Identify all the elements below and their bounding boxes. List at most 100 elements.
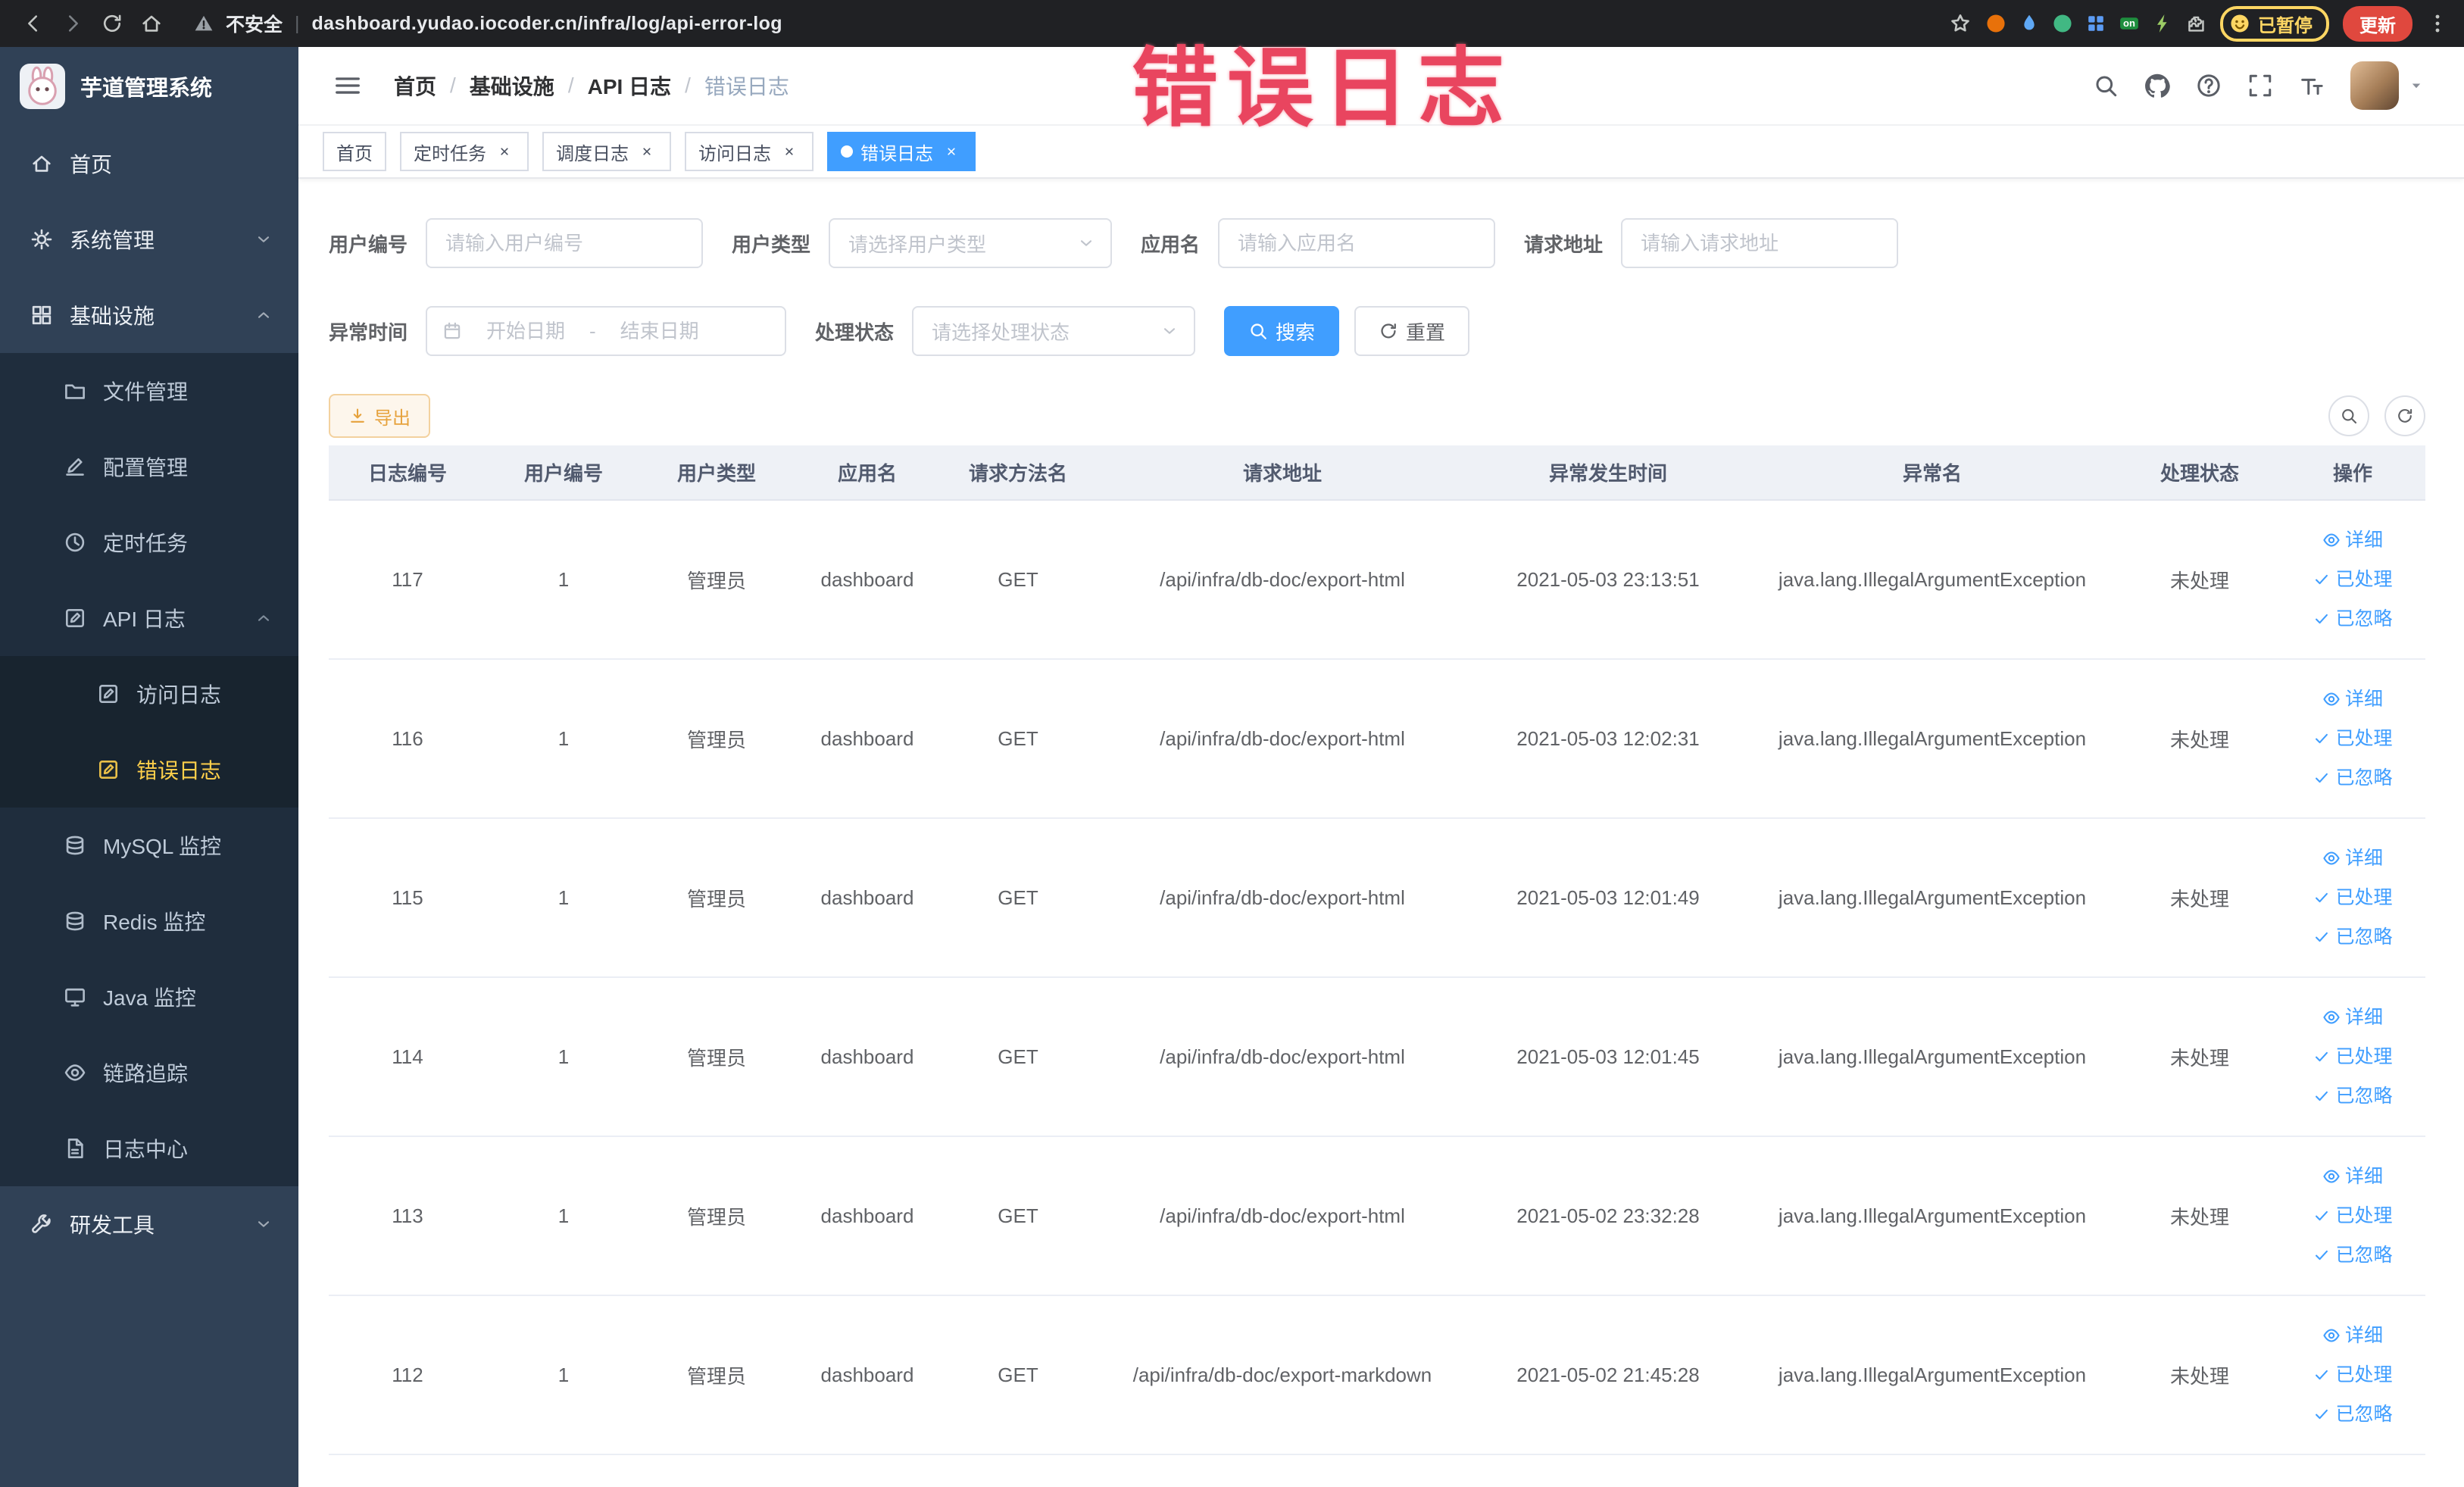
sidebar-item-dev-tools[interactable]: 研发工具 (0, 1186, 298, 1262)
start-date-input[interactable] (471, 319, 581, 343)
ignored-link[interactable]: 已忽略 (2313, 600, 2393, 638)
hamburger-icon[interactable] (320, 71, 376, 100)
logo[interactable]: 芋道管理系统 (0, 47, 298, 126)
close-tag-icon[interactable] (494, 141, 515, 162)
detail-link[interactable]: 详细 (2322, 1157, 2383, 1195)
cell-app-name: dashboard (792, 977, 942, 1137)
bookmark-star-icon[interactable] (1949, 12, 1972, 35)
close-tag-icon[interactable] (636, 141, 657, 162)
browser-home-icon[interactable] (133, 5, 170, 42)
clock-icon (64, 531, 86, 554)
processed-link[interactable]: 已处理 (2313, 561, 2393, 598)
detail-link[interactable]: 详细 (2322, 839, 2383, 877)
extension-green-circle-icon[interactable] (2052, 13, 2073, 34)
search-button[interactable]: 搜索 (1224, 306, 1340, 356)
chevron-up-icon (255, 609, 273, 627)
search-icon[interactable] (2093, 73, 2119, 98)
ignored-link[interactable]: 已忽略 (2313, 918, 2393, 956)
detail-link[interactable]: 详细 (2322, 521, 2383, 559)
user-type-select[interactable]: 请选择用户类型 (829, 218, 1113, 268)
cell-log-id: 114 (329, 977, 486, 1137)
request-url-input[interactable] (1621, 218, 1899, 268)
extensions-area: on (1985, 13, 2206, 34)
refresh-table-button[interactable] (2384, 395, 2425, 436)
tag-access-logs[interactable]: 访问日志 (685, 132, 814, 171)
github-icon[interactable] (2144, 73, 2170, 98)
filter-process-status: 处理状态 请选择处理状态 (815, 306, 1196, 356)
sidebar-item-error-logs[interactable]: 错误日志 (0, 732, 298, 808)
close-tag-icon[interactable] (779, 141, 800, 162)
extension-orange-circle-icon[interactable] (1985, 13, 2006, 34)
ignored-link[interactable]: 已忽略 (2313, 759, 2393, 797)
breadcrumb-item[interactable]: 基础设施 (470, 70, 554, 101)
sidebar-item-trace[interactable]: 链路追踪 (0, 1035, 298, 1111)
browser-back-icon[interactable] (15, 5, 52, 42)
toggle-search-button[interactable] (2328, 395, 2369, 436)
update-button[interactable]: 更新 (2343, 5, 2412, 42)
security-warning-icon[interactable] (194, 14, 214, 33)
processed-link[interactable]: 已处理 (2313, 879, 2393, 917)
processed-link[interactable]: 已处理 (2313, 720, 2393, 758)
ignored-link[interactable]: 已忽略 (2313, 1077, 2393, 1115)
sidebar-item-config-management[interactable]: 配置管理 (0, 429, 298, 505)
cell-request-method: GET (942, 1136, 1094, 1296)
sidebar-item-java-monitor[interactable]: Java 监控 (0, 959, 298, 1035)
help-icon[interactable] (2196, 73, 2222, 98)
detail-link[interactable]: 详细 (2322, 998, 2383, 1036)
paused-label: 已暂停 (2258, 15, 2313, 36)
db-icon (64, 834, 86, 857)
font-size-icon[interactable] (2299, 73, 2325, 98)
tag-error-logs[interactable]: 错误日志 (827, 132, 976, 171)
app-name-input[interactable] (1218, 218, 1496, 268)
close-tag-icon[interactable] (941, 141, 962, 162)
download-icon (348, 407, 367, 425)
process-status-select[interactable]: 请选择处理状态 (912, 306, 1196, 356)
extension-bolt-icon[interactable] (2152, 13, 2173, 34)
sidebar-item-file-management[interactable]: 文件管理 (0, 353, 298, 429)
processed-link[interactable]: 已处理 (2313, 1197, 2393, 1235)
browser-reload-icon[interactable] (94, 5, 130, 42)
breadcrumb-item[interactable]: API 日志 (588, 70, 671, 101)
sidebar-item-api-logs[interactable]: API 日志 (0, 580, 298, 656)
extension-blue-grid-icon[interactable] (2085, 13, 2106, 34)
paused-extension-badge[interactable]: 已暂停 (2220, 5, 2329, 42)
exception-time-range[interactable]: - (426, 306, 787, 356)
sidebar-item-scheduled-tasks[interactable]: 定时任务 (0, 505, 298, 580)
export-button[interactable]: 导出 (329, 394, 430, 438)
date-range-separator: - (589, 319, 596, 342)
processed-link[interactable]: 已处理 (2313, 1038, 2393, 1076)
table-toolbar: 导出 (329, 394, 2425, 438)
address-bar[interactable]: 不安全 | dashboard.yudao.iocoder.cn/infra/l… (194, 10, 1925, 37)
tag-home[interactable]: 首页 (323, 132, 386, 171)
tag-scheduled-tasks[interactable]: 定时任务 (400, 132, 529, 171)
reset-button[interactable]: 重置 (1354, 306, 1470, 356)
tag-label: 错误日志 (860, 143, 933, 164)
user-menu[interactable] (2350, 61, 2425, 110)
sidebar-item-log-center[interactable]: 日志中心 (0, 1111, 298, 1186)
end-date-input[interactable] (604, 319, 714, 343)
cell-app-name: dashboard (792, 659, 942, 819)
sidebar-item-mysql-monitor[interactable]: MySQL 监控 (0, 808, 298, 883)
breadcrumb-item[interactable]: 首页 (394, 70, 436, 101)
ignored-link[interactable]: 已忽略 (2313, 1395, 2393, 1433)
sidebar-item-home[interactable]: 首页 (0, 126, 298, 201)
sidebar-item-infrastructure[interactable]: 基础设施 (0, 277, 298, 353)
fullscreen-icon[interactable] (2247, 73, 2273, 98)
detail-link[interactable]: 详细 (2322, 680, 2383, 718)
extension-blue-drop-icon[interactable] (2019, 13, 2040, 34)
sidebar-item-redis-monitor[interactable]: Redis 监控 (0, 883, 298, 959)
filter-row-2: 异常时间 - 处理状态 请选择处理状态 (329, 306, 2434, 356)
user-id-input[interactable] (426, 218, 704, 268)
sidebar-item-access-logs[interactable]: 访问日志 (0, 656, 298, 732)
column-header: 处理状态 (2119, 445, 2280, 501)
sidebar-item-system-management[interactable]: 系统管理 (0, 201, 298, 277)
tag-schedule-logs[interactable]: 调度日志 (542, 132, 671, 171)
extension-puzzle-icon[interactable] (2185, 13, 2206, 34)
browser-forward-icon[interactable] (55, 5, 91, 42)
detail-link[interactable]: 详细 (2322, 1317, 2383, 1354)
extension-on-badge-icon[interactable]: on (2119, 13, 2140, 34)
processed-link[interactable]: 已处理 (2313, 1356, 2393, 1394)
tag-label: 定时任务 (414, 143, 486, 164)
browser-menu-icon[interactable] (2426, 12, 2449, 35)
ignored-link[interactable]: 已忽略 (2313, 1236, 2393, 1274)
